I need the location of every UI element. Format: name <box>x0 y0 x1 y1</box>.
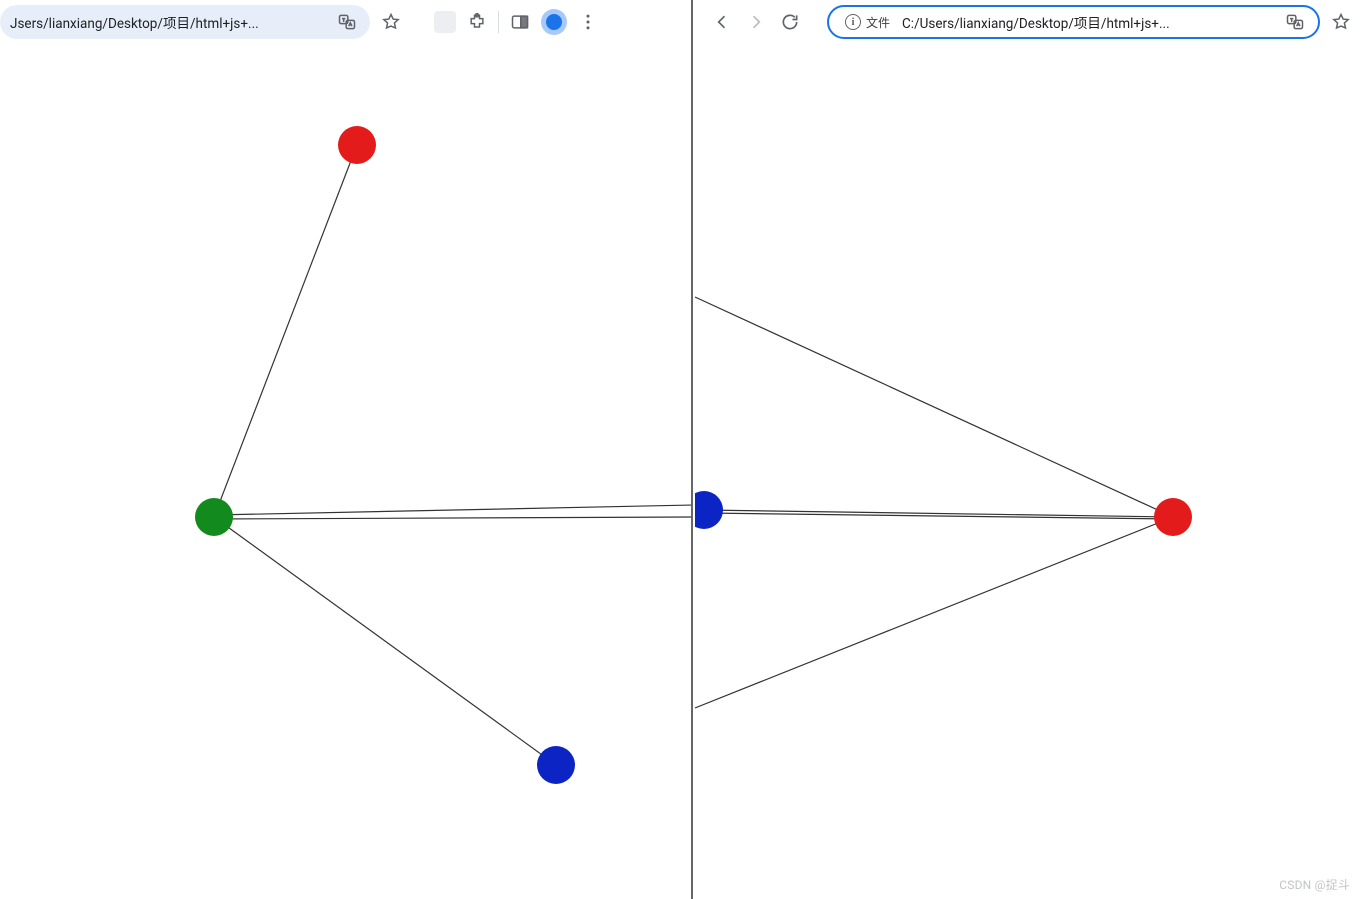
star-icon[interactable] <box>1328 9 1354 35</box>
graph-node-red[interactable] <box>1154 498 1192 536</box>
address-bar-url: Jsers/lianxiang/Desktop/项目/html+js+... <box>10 12 328 32</box>
root: Jsers/lianxiang/Desktop/项目/html+js+... <box>0 0 1360 899</box>
back-icon[interactable] <box>709 9 735 35</box>
graph-node-red[interactable] <box>338 126 376 164</box>
graph-edge <box>214 145 357 517</box>
graph-node-green[interactable] <box>195 498 233 536</box>
reload-icon[interactable] <box>777 9 803 35</box>
extensions-icon[interactable] <box>464 9 490 35</box>
graph-svg-right <box>695 44 1360 899</box>
graph-edge <box>214 517 556 765</box>
kebab-menu-icon[interactable] <box>575 9 601 35</box>
graph-edge <box>214 505 691 515</box>
address-bar-left[interactable]: Jsers/lianxiang/Desktop/项目/html+js+... <box>0 5 370 39</box>
browser-window-left: Jsers/lianxiang/Desktop/项目/html+js+... <box>0 0 693 899</box>
graph-svg-left <box>0 44 691 899</box>
address-bar-url: C:/Users/lianxiang/Desktop/项目/html+js+..… <box>902 12 1276 32</box>
graph-node-blue[interactable] <box>537 746 575 784</box>
graph-edge <box>695 517 1173 708</box>
profile-avatar-icon[interactable] <box>541 9 567 35</box>
translate-icon[interactable] <box>1282 9 1308 35</box>
translate-icon[interactable] <box>334 9 360 35</box>
sidepanel-icon[interactable] <box>507 9 533 35</box>
extension-placeholder-icon[interactable] <box>434 11 456 33</box>
toolbar-right: i 文件 C:/Users/lianxiang/Desktop/项目/html+… <box>695 0 1360 44</box>
graph-edge <box>214 517 691 519</box>
address-bar-right[interactable]: i 文件 C:/Users/lianxiang/Desktop/项目/html+… <box>827 5 1320 39</box>
info-icon: i <box>845 14 861 30</box>
graph-canvas-right[interactable] <box>695 44 1360 899</box>
toolbar-left: Jsers/lianxiang/Desktop/项目/html+js+... <box>0 0 691 44</box>
forward-icon <box>743 9 769 35</box>
graph-canvas-left[interactable] <box>0 44 691 899</box>
browser-window-right: i 文件 C:/Users/lianxiang/Desktop/项目/html+… <box>695 0 1360 899</box>
star-icon[interactable] <box>378 9 404 35</box>
file-origin-chip[interactable]: i 文件 <box>839 13 896 32</box>
graph-node-blue[interactable] <box>695 491 723 529</box>
toolbar-separator <box>498 11 499 33</box>
file-chip-label: 文件 <box>866 14 890 31</box>
graph-edge <box>695 297 1173 517</box>
